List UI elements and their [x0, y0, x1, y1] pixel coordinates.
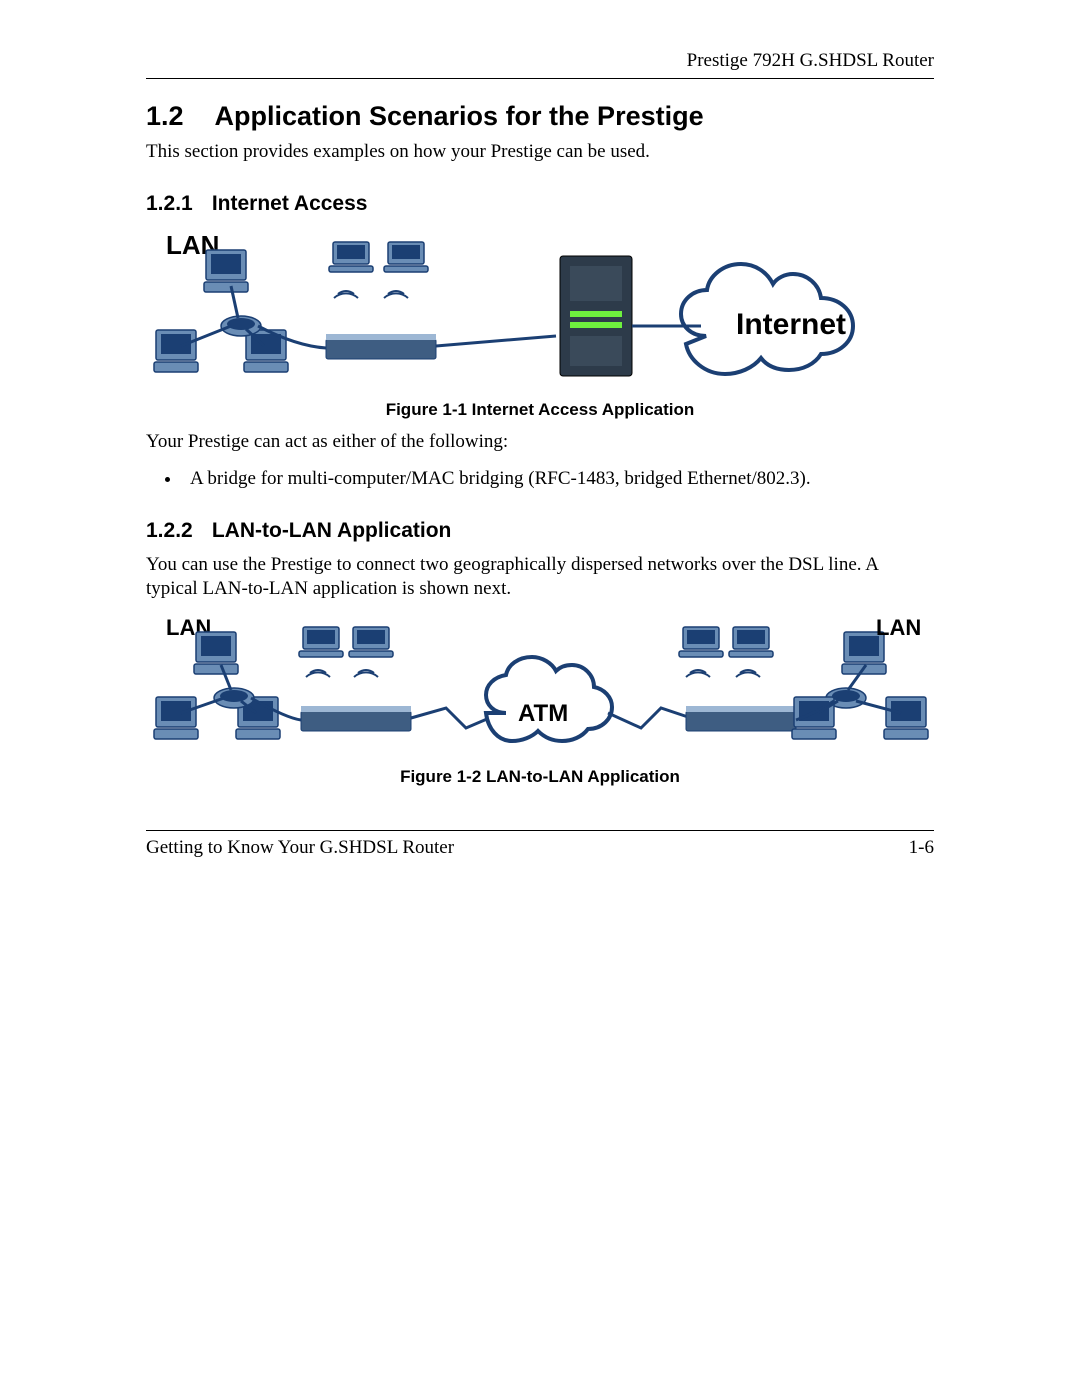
section-heading: 1.2 Application Scenarios for the Presti…: [146, 101, 934, 132]
subsection-2-number: 1.2.2: [146, 519, 206, 543]
subsection-2-heading: 1.2.2 LAN-to-LAN Application: [146, 519, 934, 543]
sub1-bullet-list: A bridge for multi-computer/MAC bridging…: [146, 466, 934, 492]
figure-1-caption: Figure 1-1 Internet Access Application: [146, 400, 934, 420]
running-header: Prestige 792H G.SHDSL Router: [146, 50, 934, 72]
footer-rule: [146, 830, 934, 831]
section-intro: This section provides examples on how yo…: [146, 140, 934, 164]
sub2-para: You can use the Prestige to connect two …: [146, 553, 934, 601]
header-rule: [146, 78, 934, 79]
footer-page-number: 1-6: [909, 837, 934, 859]
sub1-bullet-1: A bridge for multi-computer/MAC bridging…: [182, 466, 934, 492]
subsection-1-heading: 1.2.1 Internet Access: [146, 192, 934, 216]
footer-chapter: Getting to Know Your G.SHDSL Router: [146, 837, 454, 859]
fig2-lan-right-label: LAN: [876, 615, 921, 640]
section-number: 1.2: [146, 101, 208, 132]
subsection-1-number: 1.2.1: [146, 192, 206, 216]
subsection-2-title: LAN-to-LAN Application: [212, 519, 452, 542]
page-footer: Getting to Know Your G.SHDSL Router 1-6: [146, 830, 934, 859]
fig1-internet-label: Internet: [736, 308, 846, 341]
fig2-atm-label: ATM: [518, 700, 568, 727]
sub1-after-fig: Your Prestige can act as either of the f…: [146, 430, 934, 454]
figure-lan-to-lan: LAN ATM LAN: [146, 613, 934, 763]
figure-2-caption: Figure 1-2 LAN-to-LAN Application: [146, 767, 934, 787]
figure-internet-access: LAN Internet: [146, 226, 934, 396]
section-title: Application Scenarios for the Prestige: [215, 101, 704, 131]
subsection-1-title: Internet Access: [212, 192, 368, 215]
